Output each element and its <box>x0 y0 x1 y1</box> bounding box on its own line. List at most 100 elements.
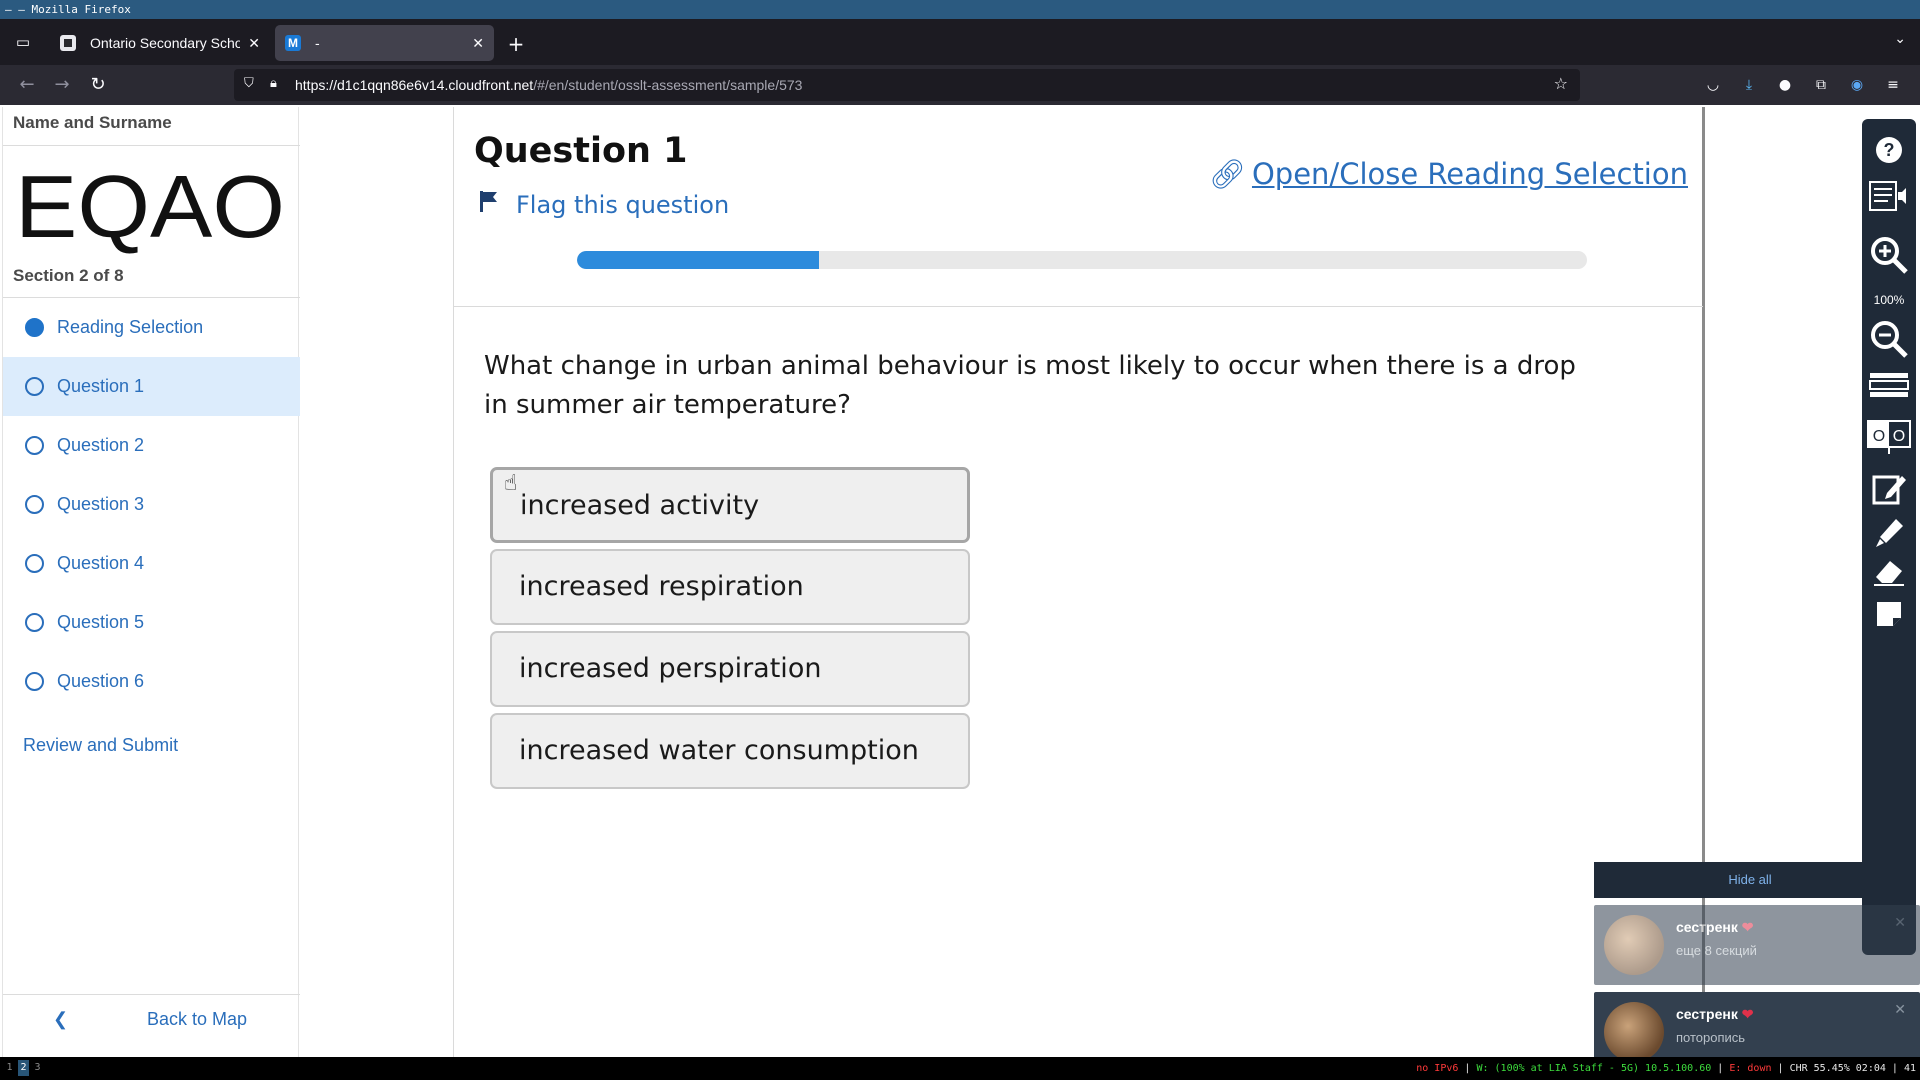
section-indicator: Section 2 of 8 <box>13 266 124 285</box>
reload-icon[interactable]: ↻ <box>85 72 111 98</box>
svg-text:?: ? <box>1884 140 1895 160</box>
sidebar-item-question-6[interactable]: Question 6 <box>3 652 300 711</box>
radio-icon <box>25 436 44 455</box>
tab-title: - <box>315 35 320 51</box>
notification-sender: сестренк ❤ <box>1676 1006 1753 1023</box>
window-title: – – Mozilla Firefox <box>0 0 1920 19</box>
sender-name: сестренк <box>1676 919 1738 935</box>
battery-status: CHR 55.45% 02:04 <box>1789 1063 1886 1074</box>
sidebar-item-question-1[interactable]: Question 1 <box>3 357 300 416</box>
heart-icon: ❤ <box>1741 1006 1754 1022</box>
answer-option[interactable]: increased water consumption <box>490 713 970 789</box>
browser-tab-active[interactable]: M - ✕ <box>275 25 494 61</box>
forward-arrow-icon[interactable]: → <box>49 72 75 98</box>
back-arrow-icon[interactable]: ← <box>14 72 40 98</box>
chevron-left-icon: ❮ <box>53 1009 69 1029</box>
extensions-puzzle-icon[interactable]: ⧉ <box>1810 74 1832 96</box>
url-text[interactable]: https://d1c1qqn86e6v14.cloudfront.net/#/… <box>295 69 802 101</box>
close-tab-icon[interactable]: ✕ <box>248 25 260 61</box>
svg-text:O: O <box>1873 428 1885 445</box>
tab-title: Ontario Secondary School Lit <box>90 35 240 51</box>
sticky-note-icon[interactable] <box>1862 599 1916 635</box>
progress-bar <box>577 251 1587 269</box>
pocket-icon[interactable]: ◡ <box>1702 74 1724 96</box>
divider <box>3 145 300 146</box>
sidebar-item-label: Question 6 <box>57 671 145 691</box>
hand-cursor-icon: ☝ <box>504 471 518 496</box>
close-icon[interactable]: ✕ <box>1894 915 1906 931</box>
radio-icon <box>25 554 44 573</box>
line-reader-icon[interactable] <box>1862 371 1916 407</box>
sidebar-item-label: Question 2 <box>57 435 145 455</box>
sidebar-item-question-5[interactable]: Question 5 <box>3 593 300 652</box>
review-and-submit-link[interactable]: Review and Submit <box>23 735 178 756</box>
text-to-speech-icon[interactable] <box>1862 179 1916 215</box>
list-all-tabs-icon[interactable]: ⌄ <box>1894 31 1906 47</box>
sidebar-item-label: Question 4 <box>57 553 145 573</box>
help-icon[interactable]: ? <box>1862 135 1916 171</box>
flag-question-button[interactable]: Flag this question <box>478 189 729 219</box>
shield-icon[interactable]: ⛉ <box>244 76 254 91</box>
m-favicon-icon: M <box>285 35 301 51</box>
back-to-map-label: Back to Map <box>147 1009 248 1029</box>
close-tab-icon[interactable]: ✕ <box>472 25 484 61</box>
eraser-icon[interactable] <box>1862 557 1916 593</box>
close-icon[interactable]: ✕ <box>1894 1002 1906 1018</box>
student-name: Name and Surname <box>13 113 172 132</box>
heart-icon: ❤ <box>1741 919 1754 935</box>
hi-contrast-icon[interactable]: OO <box>1862 419 1916 455</box>
new-tab-button[interactable]: + <box>503 31 529 57</box>
zoom-out-icon[interactable] <box>1862 319 1916 358</box>
page-favicon-icon <box>60 35 76 51</box>
url-host: https://d1c1qqn86e6v14.cloudfront.net <box>295 77 534 93</box>
browser-tab-ontario[interactable]: Ontario Secondary School Lit ✕ <box>50 25 270 61</box>
extension-blue-icon[interactable]: ◉ <box>1846 74 1868 96</box>
answer-option[interactable]: increased activity <box>490 467 970 543</box>
sidebar-item-label: Question 5 <box>57 612 145 632</box>
extension-k-icon[interactable]: ● <box>1774 74 1796 96</box>
workspace-3[interactable]: 3 <box>32 1060 43 1076</box>
radio-icon <box>25 495 44 514</box>
assessment-sidebar: Name and Surname EQAO Section 2 of 8 Rea… <box>2 107 300 1057</box>
back-to-map-button[interactable]: ❮ Back to Map <box>3 994 300 1044</box>
status-tail: 41 <box>1903 1063 1916 1074</box>
url-path: /#/en/student/osslt-assessment/sample/57… <box>533 77 803 93</box>
system-status-bar: 1 2 3 no IPv6 | W: (100% at LIA Staff - … <box>0 1057 1920 1080</box>
sidebar-item-question-2[interactable]: Question 2 <box>3 416 300 475</box>
sidebar-item-label: Question 1 <box>57 376 145 396</box>
open-close-reading-selection-link[interactable]: 🔗︎ Open/Close Reading Selection <box>1209 157 1688 192</box>
avatar <box>1604 1002 1664 1062</box>
sidebar-item-question-3[interactable]: Question 3 <box>3 475 300 534</box>
navigation-bar: ← → ↻ ⛉ 🔒︎ https://d1c1qqn86e6v14.cloudf… <box>0 65 1920 105</box>
notepad-icon[interactable] <box>1862 471 1916 507</box>
tab-list-icon[interactable]: ▭ <box>10 29 36 55</box>
highlighter-icon[interactable] <box>1862 515 1916 551</box>
downloads-icon[interactable]: ⤓ <box>1738 74 1760 96</box>
notification-toast[interactable]: сестренк ❤ еще 8 секций ✕ <box>1594 905 1920 985</box>
workspace-1[interactable]: 1 <box>4 1060 15 1076</box>
radio-icon <box>25 613 44 632</box>
url-bar[interactable]: ⛉ 🔒︎ https://d1c1qqn86e6v14.cloudfront.n… <box>234 69 1580 101</box>
flag-icon <box>478 189 504 219</box>
hide-all-notifications-button[interactable]: Hide all <box>1594 862 1906 898</box>
question-title: Question 1 <box>474 131 688 171</box>
sidebar-item-label: Reading Selection <box>57 317 204 337</box>
answer-option[interactable]: increased respiration <box>490 549 970 625</box>
lock-icon[interactable]: 🔒︎ <box>270 76 277 91</box>
notification-sender: сестренк ❤ <box>1676 919 1753 936</box>
tab-strip: ▭ Ontario Secondary School Lit ✕ M - ✕ +… <box>0 19 1920 65</box>
question-stem: What change in urban animal behaviour is… <box>484 351 1576 420</box>
sidebar-item-reading-selection[interactable]: Reading Selection <box>3 298 300 357</box>
menu-hamburger-icon[interactable]: ≡ <box>1882 74 1904 96</box>
question-panel: Question 1 Flag this question 🔗︎ Open/Clo… <box>453 107 1705 1057</box>
ethernet-status: E: down <box>1729 1063 1772 1074</box>
link-icon: 🔗︎ <box>1209 157 1246 191</box>
bookmark-star-icon[interactable]: ☆ <box>1554 74 1568 93</box>
radio-icon <box>25 377 44 396</box>
zoom-in-icon[interactable] <box>1862 235 1916 274</box>
sender-name: сестренк <box>1676 1006 1738 1022</box>
sidebar-item-question-4[interactable]: Question 4 <box>3 534 300 593</box>
answer-option[interactable]: increased perspiration <box>490 631 970 707</box>
notification-message: еще 8 секций <box>1676 943 1757 958</box>
workspace-2[interactable]: 2 <box>18 1060 29 1076</box>
